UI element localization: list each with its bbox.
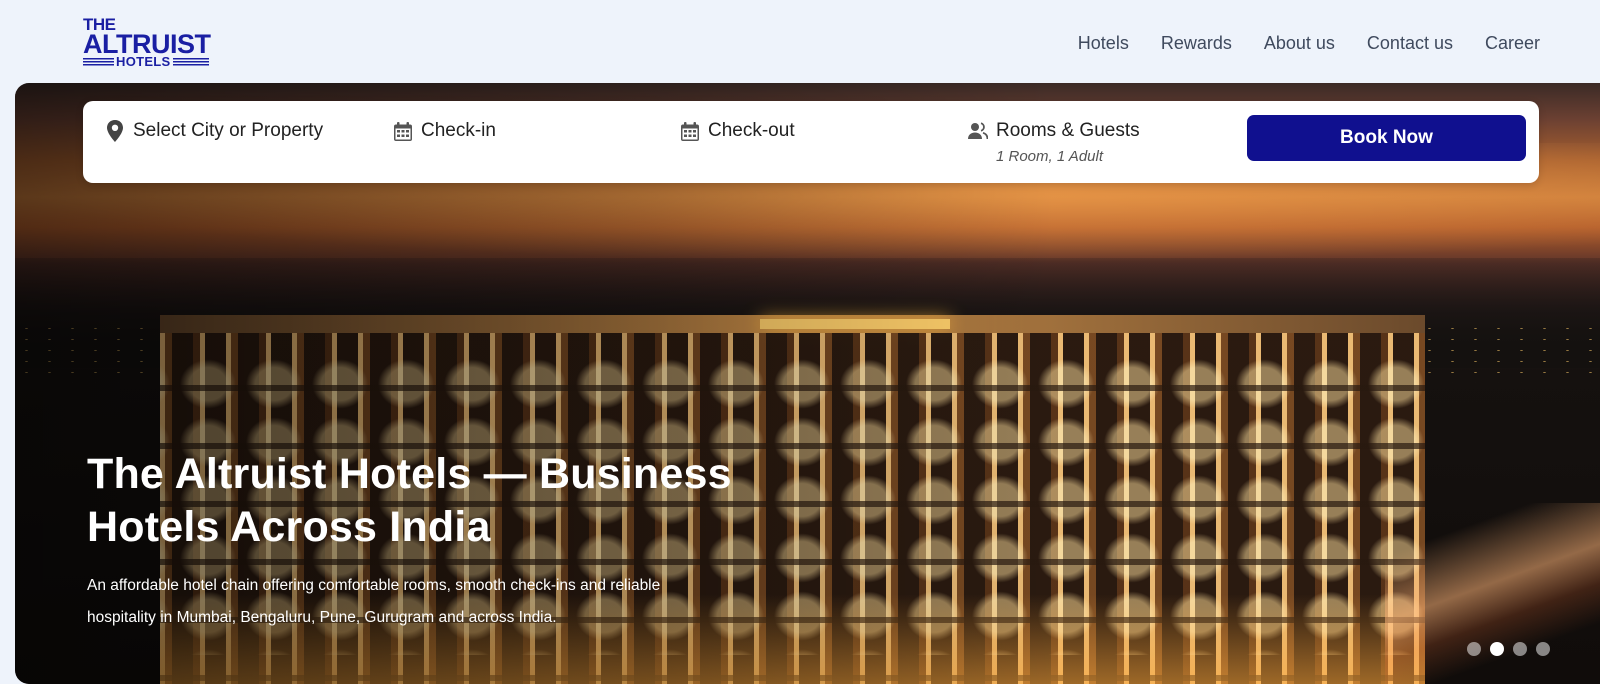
users-icon bbox=[968, 120, 988, 142]
location-select[interactable]: Select City or Property bbox=[105, 119, 323, 143]
calendar-icon bbox=[393, 120, 413, 142]
location-label: Select City or Property bbox=[133, 120, 324, 141]
book-now-button[interactable]: Book Now bbox=[1247, 115, 1526, 161]
logo-line-hotels: HOTELS bbox=[83, 54, 209, 70]
carousel-dots bbox=[1467, 642, 1550, 656]
nav-link-career[interactable]: Career bbox=[1485, 31, 1540, 55]
site-header: THE ALTRUIST HOTELS Hotels Rewards About… bbox=[0, 0, 1600, 83]
logo-line-altruist: ALTRUIST bbox=[83, 29, 211, 59]
nav-link-about-us[interactable]: About us bbox=[1264, 31, 1335, 55]
nav-link-hotels[interactable]: Hotels bbox=[1078, 31, 1129, 55]
checkout-field[interactable]: Check-out bbox=[680, 119, 795, 143]
hero-title: The Altruist Hotels — Business Hotels Ac… bbox=[87, 450, 732, 551]
checkout-label: Check-out bbox=[708, 120, 795, 141]
hero-description: An affordable hotel chain offering comfo… bbox=[87, 577, 661, 626]
carousel-dot-3[interactable] bbox=[1513, 642, 1527, 656]
checkin-label: Check-in bbox=[421, 120, 496, 141]
brand-logo[interactable]: THE ALTRUIST HOTELS bbox=[83, 16, 211, 71]
rooms-guests-value: 1 Room, 1 Adult bbox=[996, 148, 1103, 165]
booking-bar: Select City or Property Check-in Check-o… bbox=[83, 101, 1539, 183]
checkin-field[interactable]: Check-in bbox=[393, 119, 496, 143]
map-pin-icon bbox=[105, 120, 125, 142]
carousel-dot-4[interactable] bbox=[1536, 642, 1550, 656]
rooms-guests-select[interactable]: Rooms & Guests 1 Room, 1 Adult bbox=[968, 119, 1140, 167]
nav-link-contact-us[interactable]: Contact us bbox=[1367, 31, 1453, 55]
calendar-icon bbox=[680, 120, 700, 142]
rooms-guests-text: Rooms & Guests 1 Room, 1 Adult bbox=[996, 119, 1140, 167]
carousel-dot-2[interactable] bbox=[1490, 642, 1504, 656]
logo-hotels-text: HOTELS bbox=[114, 54, 173, 69]
rooms-guests-label: Rooms & Guests bbox=[996, 120, 1140, 141]
carousel-dot-1[interactable] bbox=[1467, 642, 1481, 656]
main-nav: Hotels Rewards About us Contact us Caree… bbox=[1078, 31, 1540, 55]
nav-link-rewards[interactable]: Rewards bbox=[1161, 31, 1232, 55]
